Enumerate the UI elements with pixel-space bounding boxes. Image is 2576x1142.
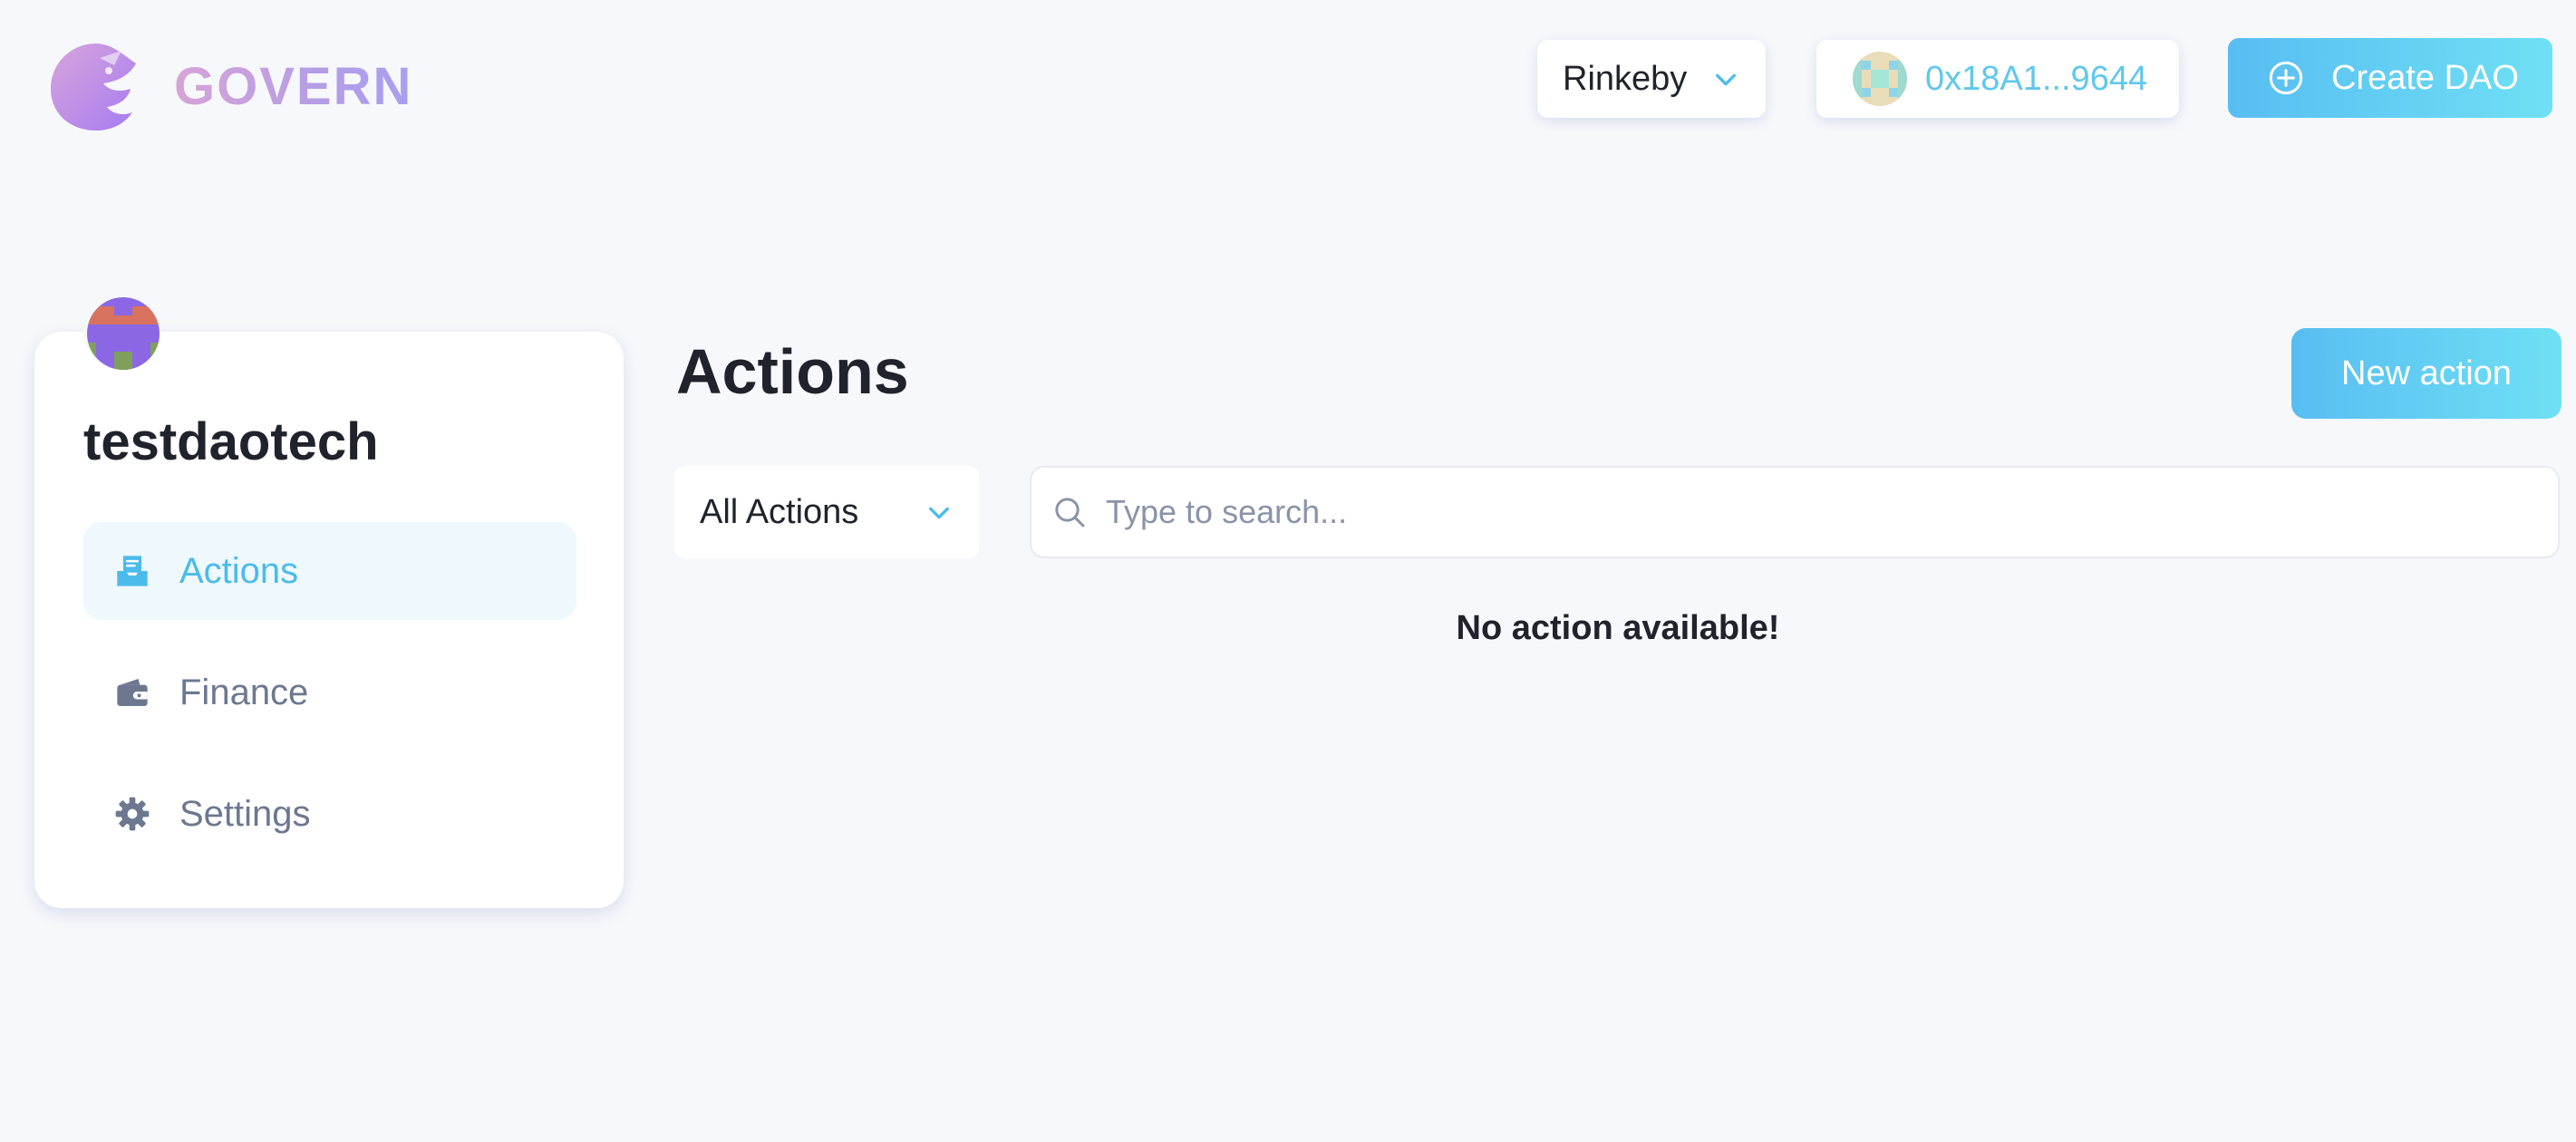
- search-icon: [1055, 498, 1085, 527]
- govern-logo-icon: [51, 44, 136, 131]
- sidebar-item-label: Actions: [179, 550, 299, 591]
- network-selector[interactable]: Rinkeby: [1537, 40, 1766, 118]
- page-title: Actions: [676, 336, 909, 407]
- empty-state-message: No action available!: [1456, 609, 1780, 647]
- dao-avatar: [87, 297, 160, 370]
- sidebar-item-label: Settings: [179, 793, 311, 834]
- search-input[interactable]: [1104, 492, 2464, 532]
- sidebar-item-finance[interactable]: Finance: [83, 644, 576, 741]
- account-avatar: [1853, 52, 1907, 106]
- actions-filter-dropdown[interactable]: All Actions: [674, 466, 979, 558]
- account-address: 0x18A1...9644: [1925, 59, 2148, 98]
- account-button[interactable]: 0x18A1...9644: [1816, 40, 2179, 118]
- logo[interactable]: GOVERN: [45, 38, 412, 134]
- new-action-button[interactable]: New action: [2291, 328, 2561, 419]
- inbox-icon: [112, 551, 152, 591]
- dao-avatar-frame: [83, 294, 160, 370]
- plus-circle-icon: [2269, 61, 2303, 95]
- network-label: Rinkeby: [1563, 59, 1688, 98]
- gear-icon: [112, 794, 152, 834]
- chevron-down-icon: [1716, 73, 1736, 86]
- create-dao-label: Create DAO: [2331, 58, 2519, 97]
- sidebar-item-settings[interactable]: Settings: [83, 765, 576, 863]
- sidebar-item-actions[interactable]: Actions: [83, 522, 576, 620]
- chevron-down-icon: [929, 507, 949, 519]
- brand-name: GOVERN: [174, 56, 413, 116]
- dao-sidebar: testdaotech Actions Finance Settings: [34, 294, 624, 908]
- wallet-icon: [112, 673, 152, 712]
- create-dao-button[interactable]: Create DAO: [2228, 38, 2552, 118]
- search-box[interactable]: [1030, 466, 2560, 558]
- filter-selected-label: All Actions: [700, 492, 859, 531]
- dao-name: testdaotech: [83, 412, 379, 471]
- sidebar-item-label: Finance: [179, 672, 309, 712]
